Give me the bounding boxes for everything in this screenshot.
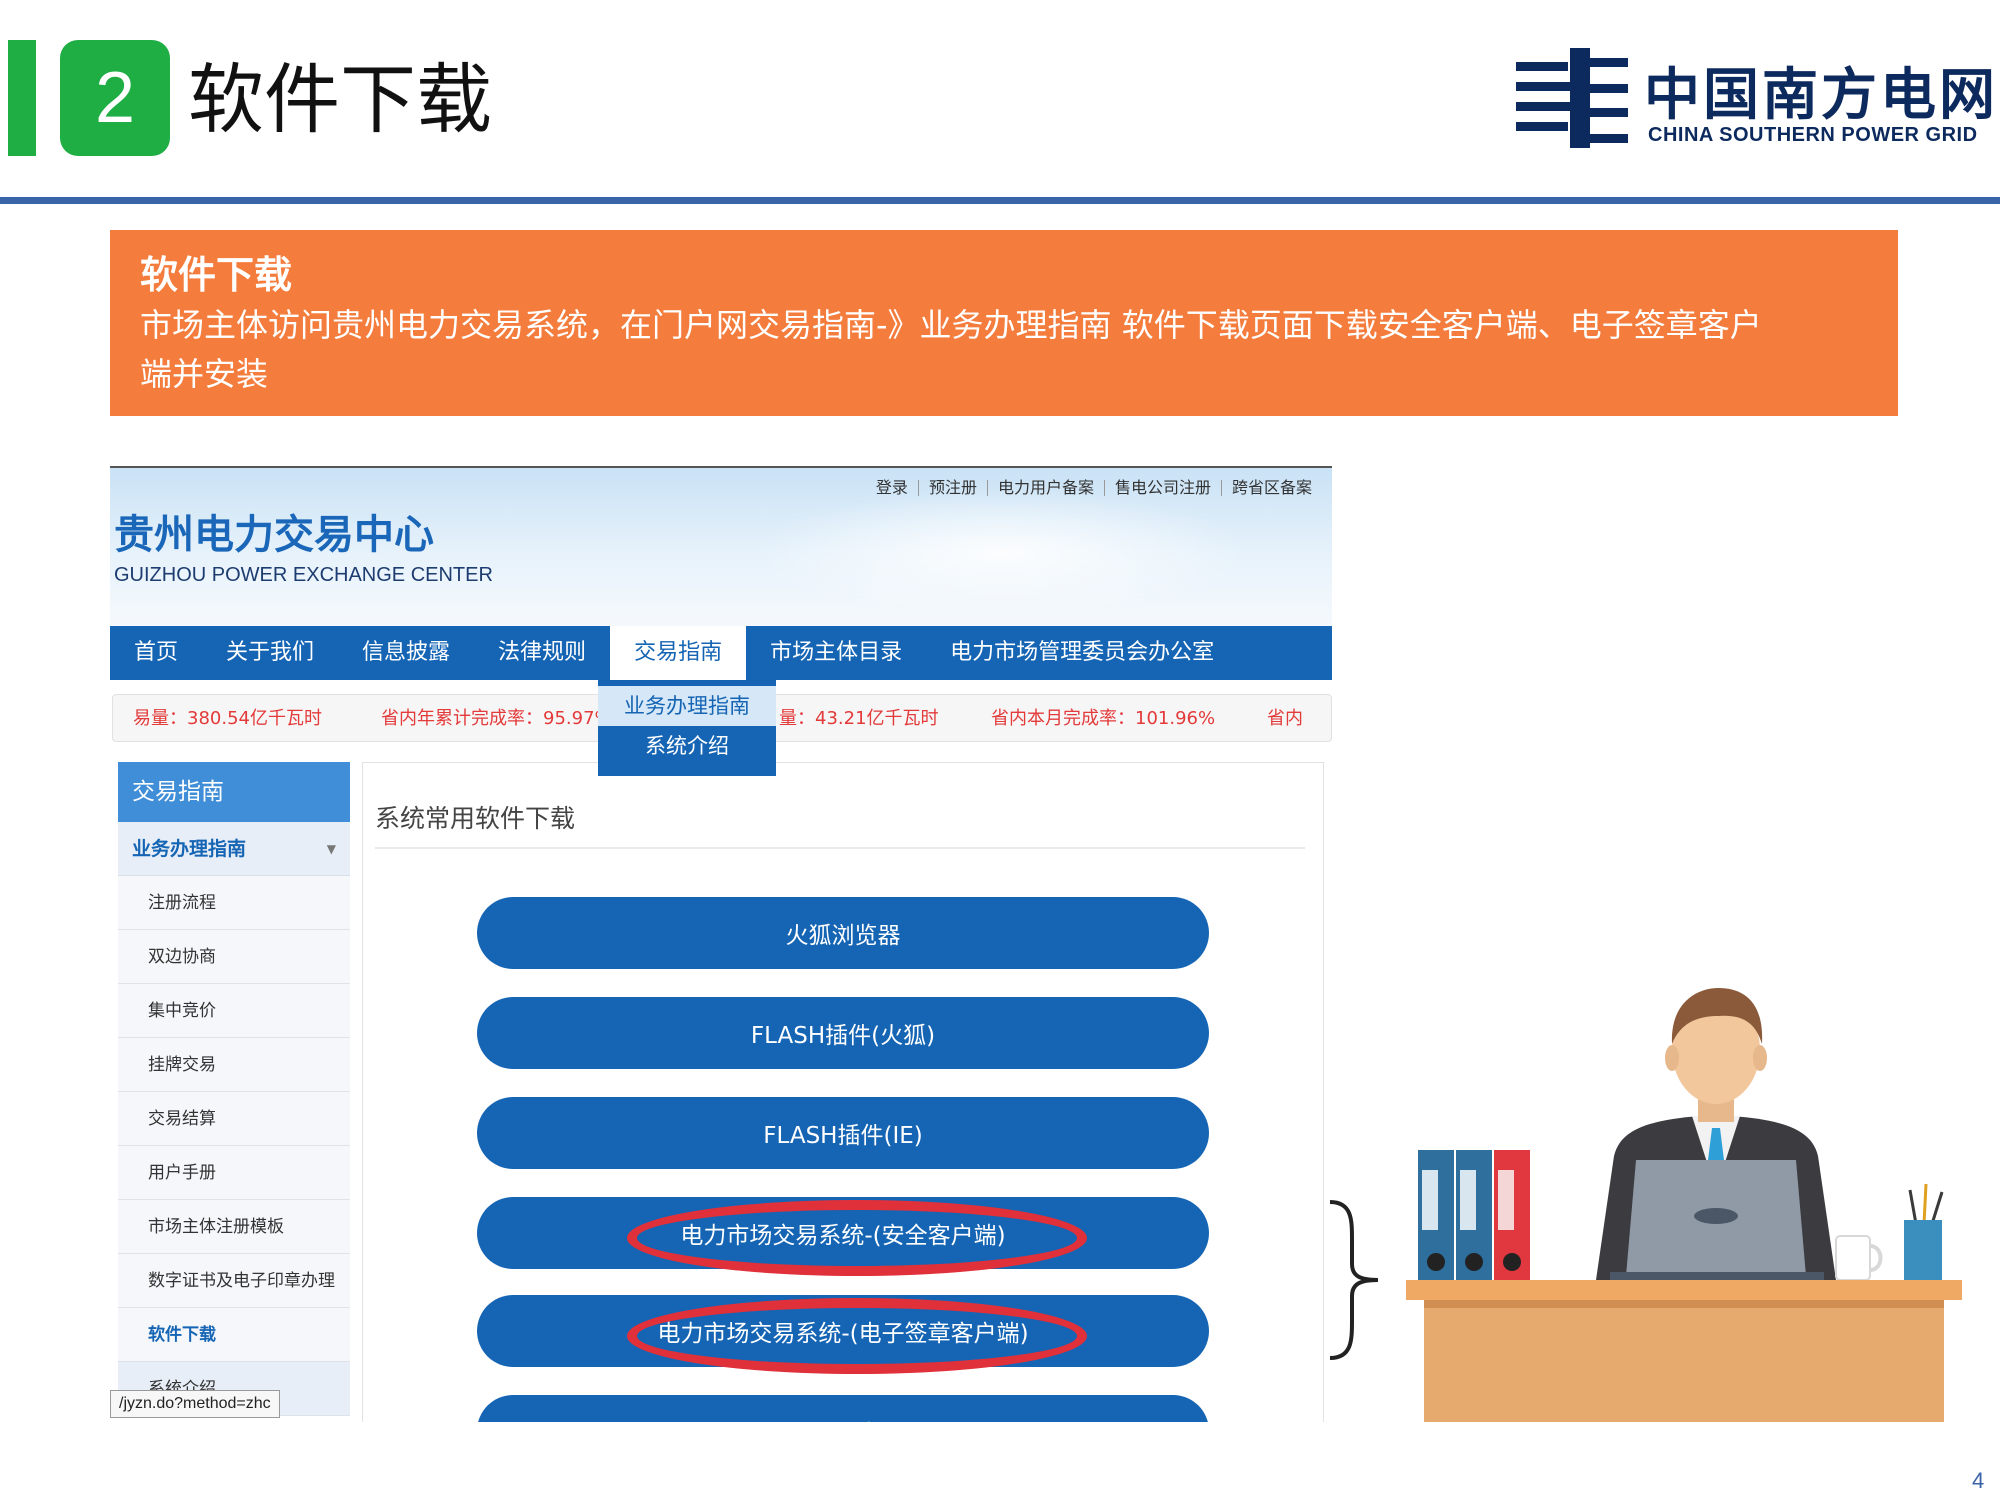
page-number: 4: [1972, 1468, 1985, 1493]
download-flash-ie-button[interactable]: FLASH插件(IE): [477, 1097, 1209, 1169]
caret-down-icon: ▼: [326, 842, 336, 856]
section-number: 2: [60, 40, 170, 156]
nav-rules[interactable]: 法律规则: [474, 626, 610, 680]
info-text-line-1: 市场主体访问贵州电力交易系统，在门户网交易指南-》业务办理指南 软件下载页面下载…: [140, 306, 1762, 344]
sidebar-section-label: 业务办理指南: [132, 838, 247, 860]
nav-home[interactable]: 首页: [110, 626, 202, 680]
sidebar-heading: 交易指南: [118, 762, 350, 822]
ticker-item: 省内本月完成率：101.96%: [991, 708, 1216, 729]
download-firefox-button[interactable]: 火狐浏览器: [477, 897, 1209, 969]
sidebar-item-bilateral[interactable]: 双边协商: [118, 930, 350, 984]
company-logo: 中国南方电网 CHINA SOUTHERN POWER GRID: [1516, 48, 1995, 158]
download-security-client-button[interactable]: 电力市场交易系统-(安全客户端): [477, 1197, 1209, 1276]
nav-trading-guide[interactable]: 交易指南: [610, 626, 747, 680]
ticker-item: 省内: [1267, 708, 1303, 729]
site-name-en: GUIZHOU POWER EXCHANGE CENTER: [114, 564, 493, 586]
sidebar-item-user-manual[interactable]: 用户手册: [118, 1146, 350, 1200]
sidebar-item-registration-flow[interactable]: 注册流程: [118, 876, 350, 930]
login-link[interactable]: 登录: [866, 480, 918, 496]
site-header: 贵州电力交易中心 GUIZHOU POWER EXCHANGE CENTER 登…: [110, 468, 1332, 626]
download-pdf-reader-button[interactable]: PDF阅读器: [477, 1395, 1209, 1422]
download-label: 电力市场交易系统-(电子签章客户端): [657, 1321, 1029, 1347]
power-user-filing-link[interactable]: 电力用户备案: [986, 480, 1104, 496]
content-title: 系统常用软件下载: [375, 804, 576, 833]
curly-brace-icon: [1329, 1200, 1379, 1360]
ticker-item: 易量：380.54亿千瓦时: [133, 708, 322, 729]
cross-region-filing-link[interactable]: 跨省区备案: [1220, 480, 1322, 496]
ticker-item: 量：43.21亿千瓦时: [779, 708, 939, 729]
sidebar-item-settlement[interactable]: 交易结算: [118, 1092, 350, 1146]
sidebar-item-centralized-bidding[interactable]: 集中竞价: [118, 984, 350, 1038]
pre-register-link[interactable]: 预注册: [917, 480, 987, 496]
grid-logo-icon: [1516, 48, 1628, 148]
sidebar-item-digital-cert[interactable]: 数字证书及电子印章办理: [118, 1254, 350, 1308]
office-worker-illustration: [1406, 988, 1962, 1422]
download-label: 电力市场交易系统-(安全客户端): [680, 1223, 1006, 1249]
info-title: 软件下载: [140, 253, 293, 297]
download-flash-firefox-button[interactable]: FLASH插件(火狐): [477, 997, 1209, 1069]
sidebar-item-software-download[interactable]: 软件下载: [118, 1308, 350, 1362]
ticker-item: 省内年累计完成率：95.97%: [381, 708, 612, 729]
info-box: 软件下载 市场主体访问贵州电力交易系统，在门户网交易指南-》业务办理指南 软件下…: [110, 230, 1898, 416]
download-label: 火狐浏览器: [785, 923, 901, 949]
trading-guide-dropdown: 业务办理指南 系统介绍: [598, 680, 776, 776]
content-divider: [375, 847, 1305, 849]
nav-about[interactable]: 关于我们: [202, 626, 338, 680]
header-divider: [0, 197, 2000, 204]
sidebar: 交易指南 业务办理指南 ▼ 注册流程 双边协商 集中竞价 挂牌交易 交易结算 用…: [118, 762, 350, 1422]
top-links: 登录 预注册 电力用户备案 售电公司注册 跨省区备案: [866, 480, 1322, 496]
nav-committee-office[interactable]: 电力市场管理委员会办公室: [926, 626, 1238, 680]
download-label: FLASH插件(IE): [763, 1123, 923, 1149]
sidebar-item-register-template[interactable]: 市场主体注册模板: [118, 1200, 350, 1254]
nav-disclosure[interactable]: 信息披露: [338, 626, 474, 680]
dropdown-system-intro[interactable]: 系统介绍: [598, 726, 776, 766]
content-panel: 系统常用软件下载 火狐浏览器 FLASH插件(火狐) FLASH插件(IE) 电…: [362, 762, 1324, 1422]
sidebar-item-listing-trade[interactable]: 挂牌交易: [118, 1038, 350, 1092]
main-nav: 首页 关于我们 信息披露 法律规则 交易指南 市场主体目录 电力市场管理委员会办…: [110, 626, 1332, 680]
website-screenshot: 贵州电力交易中心 GUIZHOU POWER EXCHANGE CENTER 登…: [110, 466, 1332, 1422]
accent-bar: [8, 40, 36, 156]
status-url-tooltip: /jyzn.do?method=zhc: [110, 1390, 280, 1418]
download-label: PDF阅读器: [786, 1414, 900, 1422]
info-text-line-2: 端并安装: [140, 355, 269, 393]
download-esignature-client-button[interactable]: 电力市场交易系统-(电子签章客户端): [477, 1295, 1209, 1374]
site-name: 贵州电力交易中心: [114, 512, 434, 558]
logo-text-cn: 中国南方电网: [1644, 63, 1998, 128]
dropdown-business-guide[interactable]: 业务办理指南: [598, 686, 776, 726]
download-label: FLASH插件(火狐): [750, 1023, 936, 1049]
nav-market-directory[interactable]: 市场主体目录: [746, 626, 926, 680]
sidebar-section-business-guide[interactable]: 业务办理指南 ▼: [118, 822, 350, 876]
slide-title: 软件下载: [188, 55, 492, 144]
logo-text-en: CHINA SOUTHERN POWER GRID: [1648, 124, 1978, 146]
retailer-register-link[interactable]: 售电公司注册: [1103, 480, 1221, 496]
